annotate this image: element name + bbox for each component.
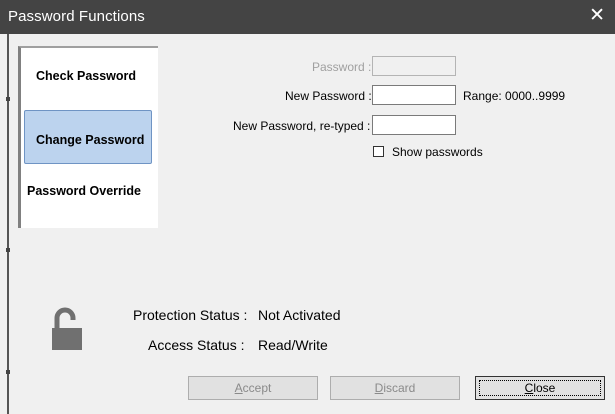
discard-label: iscard bbox=[383, 381, 416, 395]
range-label: Range: 0000..9999 bbox=[463, 89, 566, 103]
access-status-value: Read/Write bbox=[258, 337, 328, 353]
show-passwords-checkbox[interactable] bbox=[373, 146, 384, 157]
focus-rectangle bbox=[479, 380, 601, 396]
new-password-field[interactable] bbox=[372, 85, 456, 105]
unlocked-padlock-icon bbox=[52, 307, 82, 350]
show-passwords-label[interactable]: Show passwords bbox=[392, 145, 483, 159]
left-divider bbox=[7, 34, 9, 414]
protection-status-label: Protection Status : bbox=[133, 307, 248, 323]
password-label: Password : bbox=[312, 60, 372, 74]
edge-dot bbox=[6, 248, 10, 252]
window-title: Password Functions bbox=[8, 8, 145, 25]
tab-password-override[interactable]: Password Override bbox=[27, 184, 141, 198]
title-bar: Password Functions ✕ bbox=[0, 0, 615, 34]
accept-button[interactable]: Accept bbox=[188, 376, 318, 400]
close-button[interactable]: Close bbox=[475, 376, 605, 400]
retyped-password-label: New Password, re-typed : bbox=[233, 119, 371, 133]
close-icon[interactable]: ✕ bbox=[589, 6, 605, 26]
edge-dot bbox=[6, 97, 10, 101]
tab-panel: Check Password Change Password Password … bbox=[18, 46, 158, 228]
tab-change-password[interactable]: Change Password bbox=[24, 110, 152, 164]
accept-mnemonic: A bbox=[234, 381, 243, 395]
new-password-label: New Password : bbox=[285, 89, 372, 103]
discard-button[interactable]: Discard bbox=[330, 376, 460, 400]
edge-dot bbox=[6, 370, 10, 374]
retyped-password-field[interactable] bbox=[372, 115, 456, 135]
password-functions-dialog: Password Functions ✕ Check Password Chan… bbox=[0, 0, 615, 414]
access-status-label: Access Status : bbox=[148, 337, 245, 353]
protection-status-value: Not Activated bbox=[258, 307, 341, 323]
tab-check-password[interactable]: Check Password bbox=[36, 69, 136, 83]
password-field bbox=[372, 56, 456, 76]
tab-change-password-label: Change Password bbox=[36, 133, 145, 147]
accept-label: ccept bbox=[242, 381, 272, 395]
